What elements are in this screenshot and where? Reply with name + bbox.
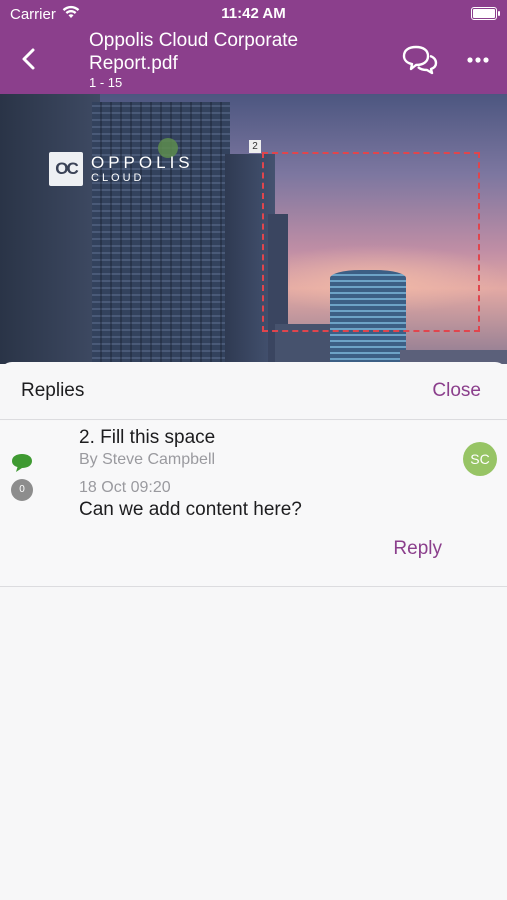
logo-mark: OC xyxy=(49,152,83,186)
avatar: SC xyxy=(463,442,497,476)
reply-body: Can we add content here? xyxy=(79,499,302,520)
navigation-bar: Oppolis Cloud Corporate Report.pdf 1 - 1… xyxy=(0,28,507,94)
battery-icon xyxy=(471,7,500,20)
comment-icon xyxy=(12,454,32,472)
close-button[interactable]: Close xyxy=(432,380,481,402)
document-page-preview[interactable]: OC OPPOLIS CLOUD 2 xyxy=(0,94,507,364)
document-title: Oppolis Cloud Corporate Report.pdf xyxy=(89,30,299,74)
reply-date: 18 Oct 09:20 xyxy=(79,479,171,496)
reply-author: By Steve Campbell xyxy=(79,451,216,468)
page-range: 1 - 15 xyxy=(89,75,123,90)
building xyxy=(0,94,100,364)
comments-icon[interactable] xyxy=(400,44,438,76)
annotation-rectangle[interactable] xyxy=(262,152,480,332)
annotation-number: 2 xyxy=(249,140,261,153)
clock: 11:42 AM xyxy=(221,5,286,22)
replies-sheet: Replies Close 0 2. Fill this space By St… xyxy=(0,362,507,900)
reply-count-badge: 0 xyxy=(11,479,33,501)
status-bar: Carrier 11:42 AM xyxy=(0,0,507,28)
logo-main-text: OPPOLIS xyxy=(91,153,194,172)
sheet-title: Replies xyxy=(21,380,85,401)
reply-button[interactable]: Reply xyxy=(393,538,442,560)
reply-item: 0 2. Fill this space By Steve Campbell 1… xyxy=(0,421,507,587)
logo-sub-text: CLOUD xyxy=(91,172,145,184)
sheet-header: Replies Close xyxy=(0,362,507,420)
reply-title: 2. Fill this space xyxy=(79,427,216,448)
more-icon[interactable] xyxy=(463,50,493,70)
company-logo: OC OPPOLIS CLOUD xyxy=(49,152,194,186)
chevron-left-icon[interactable] xyxy=(14,44,44,74)
